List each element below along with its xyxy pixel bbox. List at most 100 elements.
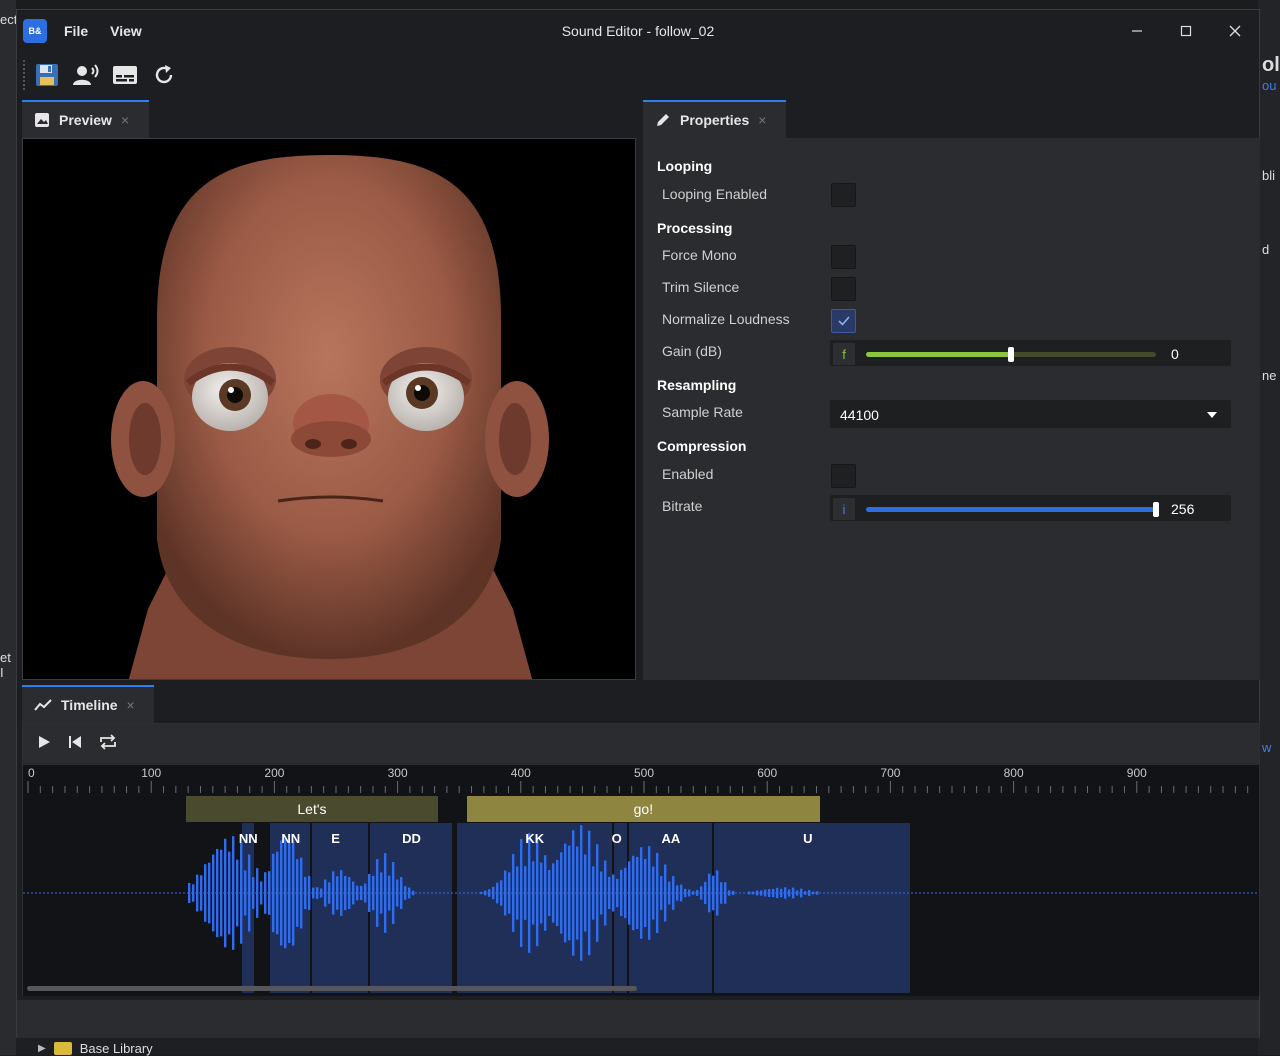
waveform-bar <box>508 872 511 914</box>
rewind-button[interactable] <box>68 735 82 754</box>
waveform-bar <box>208 862 211 924</box>
compression-enabled-checkbox[interactable] <box>831 464 856 488</box>
waveform-bar <box>780 888 783 898</box>
waveform-bar <box>720 882 723 904</box>
tab-properties[interactable]: Properties × <box>643 100 786 138</box>
looping-enabled-checkbox[interactable] <box>831 183 856 207</box>
waveform-bar <box>584 854 587 932</box>
bitrate-slider-track[interactable] <box>866 502 1159 517</box>
waveform-bar <box>664 864 667 922</box>
bitrate-slider[interactable]: i 256 <box>829 494 1232 522</box>
waveform-bar <box>364 883 367 903</box>
force-mono-checkbox[interactable] <box>831 245 856 269</box>
sample-rate-value: 44100 <box>840 407 879 423</box>
waveform-bar <box>480 891 483 895</box>
waveform-bar <box>372 875 375 911</box>
waveform-bar <box>656 852 659 934</box>
close-tab-timeline-icon[interactable]: × <box>127 697 135 713</box>
window-controls <box>1112 10 1259 52</box>
waveform-bar <box>576 846 579 940</box>
waveform-bar <box>316 887 319 899</box>
waveform-bar <box>248 854 251 932</box>
waveform-bar <box>756 890 759 896</box>
waveform-bar <box>492 886 495 900</box>
waveform-bar <box>676 885 679 901</box>
phoneme-label: E <box>331 831 340 846</box>
waveform-bar <box>276 851 279 935</box>
waveform-bar <box>816 891 819 895</box>
waveform-bar <box>776 887 779 899</box>
trim-silence-checkbox[interactable] <box>831 277 856 301</box>
phoneme-label: NN <box>238 831 258 846</box>
waveform-bar <box>320 888 323 898</box>
sample-rate-select[interactable]: 44100 <box>829 399 1232 429</box>
tab-preview[interactable]: Preview × <box>22 100 149 138</box>
refresh-button[interactable] <box>150 61 178 89</box>
pencil-icon <box>657 114 669 126</box>
window-title: Sound Editor - follow_02 <box>561 23 715 39</box>
waveform-bar <box>376 859 379 927</box>
voice-button[interactable] <box>72 61 100 89</box>
close-tab-properties-icon[interactable]: × <box>758 112 766 128</box>
waveform-bar <box>300 857 303 929</box>
maximize-button[interactable] <box>1161 10 1210 52</box>
waveform-bar <box>224 838 227 948</box>
waveform-bar <box>188 882 191 904</box>
menu-file[interactable]: File <box>64 23 88 39</box>
preview-viewport[interactable] <box>22 138 636 680</box>
background-left-text: ect <box>0 12 18 27</box>
toolbar-grip[interactable] <box>23 60 25 90</box>
close-tab-preview-icon[interactable]: × <box>121 112 129 128</box>
waveform-bar <box>712 875 715 911</box>
subtitles-button[interactable] <box>111 61 139 89</box>
timeline-track-area[interactable]: 0 100 200 300 400 500 600 700 800 900 Let's go! NN… <box>23 765 1259 996</box>
checkmark-icon <box>837 316 850 326</box>
loop-button[interactable] <box>99 734 117 755</box>
waveform-bar <box>668 881 671 905</box>
gain-slider-track[interactable] <box>866 347 1156 362</box>
waveform-bar <box>716 870 719 916</box>
waveform-bar <box>604 860 607 926</box>
menu-view[interactable]: View <box>110 23 142 39</box>
waveform-bar <box>648 846 651 940</box>
waveform-bar <box>296 859 299 927</box>
waveform-bar <box>216 848 219 938</box>
gain-slider[interactable]: f 0 <box>829 339 1232 367</box>
minimize-button[interactable] <box>1112 10 1161 52</box>
waveform-bar <box>592 866 595 920</box>
menu-bar: File View <box>64 23 142 39</box>
waveform-bar <box>360 885 363 901</box>
close-button[interactable] <box>1210 10 1259 52</box>
waveform-bar <box>748 891 751 895</box>
waveform-bar <box>732 890 735 896</box>
gain-slider-thumb[interactable] <box>1008 347 1014 362</box>
waveform-bar <box>596 844 599 942</box>
gain-value[interactable]: 0 <box>1171 346 1179 362</box>
save-button[interactable] <box>33 61 61 89</box>
waveform-bar <box>344 875 347 911</box>
close-icon <box>1229 25 1240 37</box>
play-button[interactable] <box>37 735 51 754</box>
background-tree-item[interactable]: ▶ Base Library <box>38 1041 153 1056</box>
tab-timeline[interactable]: Timeline × <box>22 685 154 723</box>
bitrate-slider-thumb[interactable] <box>1153 502 1159 517</box>
waveform-bar <box>624 867 627 919</box>
waveform-bar <box>192 884 195 902</box>
character-head-render <box>23 139 635 679</box>
background-right-text: d <box>1262 242 1270 257</box>
bitrate-value[interactable]: 256 <box>1171 501 1194 517</box>
waveform-bar <box>792 887 795 899</box>
gain-label: Gain (dB) <box>662 343 722 359</box>
waveform-bar <box>284 837 287 949</box>
waveform-bar <box>692 891 695 895</box>
waveform-bar <box>384 853 387 933</box>
waveform-bar <box>620 869 623 917</box>
waveform-bar <box>628 861 631 925</box>
waveform-bar <box>244 870 247 916</box>
waveform-bar <box>540 862 543 924</box>
normalize-loudness-checkbox[interactable] <box>831 309 856 333</box>
waveform-bar <box>388 875 391 911</box>
timeline-horizontal-scrollbar[interactable] <box>27 986 637 991</box>
waveform-bar <box>212 854 215 932</box>
waveform-bar <box>612 874 615 912</box>
